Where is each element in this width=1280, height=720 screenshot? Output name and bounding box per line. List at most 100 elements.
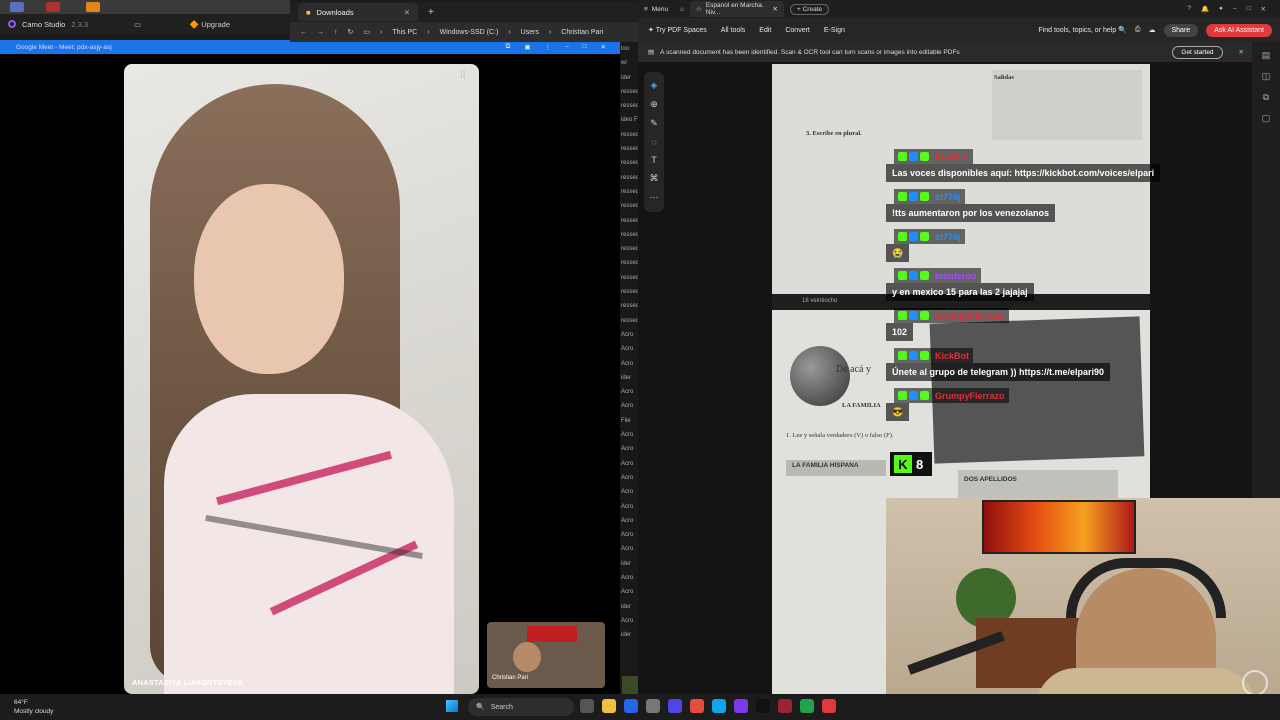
app-icon[interactable] bbox=[668, 699, 682, 713]
file-list-item[interactable]: wi bbox=[620, 56, 638, 70]
screen-icon[interactable]: ▣ bbox=[524, 43, 530, 51]
file-list-item[interactable]: ider bbox=[620, 371, 638, 385]
file-list-item[interactable]: ressed bbox=[620, 199, 638, 213]
close-button[interactable]: ✕ bbox=[601, 43, 606, 51]
file-list-item[interactable]: ressed bbox=[620, 214, 638, 228]
upgrade-button[interactable]: 🔶 Upgrade bbox=[190, 20, 230, 29]
zoom-tool-icon[interactable]: ⊕ bbox=[650, 99, 658, 110]
edit-button[interactable]: Edit bbox=[759, 27, 771, 34]
close-tab-icon[interactable]: ✕ bbox=[773, 5, 778, 13]
home-icon[interactable]: ⌂ bbox=[674, 1, 690, 17]
up-icon[interactable]: ↑ bbox=[334, 29, 338, 36]
minimize-button[interactable]: – bbox=[1233, 5, 1237, 13]
lasso-tool-icon[interactable]: ◌ bbox=[651, 137, 656, 147]
more-icon[interactable]: ⋮ bbox=[544, 43, 551, 51]
pc-icon[interactable]: ▭ bbox=[363, 28, 370, 36]
file-list-item[interactable]: loo bbox=[620, 42, 638, 56]
breadcrumb-item[interactable]: Christian Pari bbox=[561, 29, 603, 36]
file-list-item[interactable]: Acro bbox=[620, 542, 638, 556]
menu-button[interactable]: ≡ Menu bbox=[638, 1, 674, 17]
pdf-spaces-button[interactable]: ✦ Try PDF Spaces bbox=[648, 26, 707, 34]
file-list-item[interactable]: Acro bbox=[620, 528, 638, 542]
participant-video[interactable] bbox=[124, 64, 479, 694]
app-icon[interactable] bbox=[624, 699, 638, 713]
file-list-item[interactable]: ressed bbox=[620, 242, 638, 256]
share-button[interactable]: Share bbox=[1163, 23, 1199, 37]
text-tool-icon[interactable]: T bbox=[651, 155, 657, 165]
create-button[interactable]: + Create bbox=[790, 3, 830, 15]
file-list-item[interactable]: ressed bbox=[620, 171, 638, 185]
file-list-item[interactable]: ressed bbox=[620, 271, 638, 285]
tab-document[interactable]: ☆ Espanol en Marcha. Niv... ✕ bbox=[690, 1, 784, 17]
bell-icon[interactable]: 🔔 bbox=[1201, 5, 1209, 13]
file-list-item[interactable]: File bbox=[620, 414, 638, 428]
taskbar-search[interactable]: 🔍 Search bbox=[468, 698, 574, 716]
file-list-item[interactable]: Acro bbox=[620, 471, 638, 485]
file-list-item[interactable]: ressed bbox=[620, 285, 638, 299]
file-list-item[interactable]: Acro bbox=[620, 485, 638, 499]
weather-widget[interactable]: 64°F Mostly cloudy bbox=[14, 698, 53, 716]
chrome-icon[interactable] bbox=[690, 699, 704, 713]
file-list-item[interactable]: Acro bbox=[620, 571, 638, 585]
file-list-item[interactable]: Acro bbox=[620, 428, 638, 442]
bookmark-icon[interactable]: ⧉ bbox=[1263, 92, 1269, 103]
app-thumb-icon[interactable] bbox=[46, 2, 60, 12]
app-icon[interactable] bbox=[800, 699, 814, 713]
file-list-item[interactable]: Acro bbox=[620, 357, 638, 371]
more-tools-icon[interactable]: ⋯ bbox=[650, 192, 659, 203]
file-list-item[interactable]: Acro bbox=[620, 514, 638, 528]
file-list-item[interactable]: ressed bbox=[620, 156, 638, 170]
file-list-item[interactable]: ressed bbox=[620, 99, 638, 113]
help-icon[interactable]: ? bbox=[1187, 5, 1191, 13]
all-tools-button[interactable]: All tools bbox=[721, 27, 746, 34]
back-icon[interactable]: ← bbox=[300, 29, 307, 36]
app-icon[interactable] bbox=[778, 699, 792, 713]
refresh-icon[interactable]: ↻ bbox=[348, 28, 354, 36]
file-list-item[interactable]: Acro bbox=[620, 385, 638, 399]
file-list-item[interactable]: Acro bbox=[620, 585, 638, 599]
file-list-item[interactable]: Acro bbox=[620, 457, 638, 471]
new-tab-icon[interactable]: + bbox=[428, 7, 434, 18]
file-list-item[interactable]: ressed bbox=[620, 314, 638, 328]
file-list-item[interactable]: Acro bbox=[620, 500, 638, 514]
account-icon[interactable]: ● bbox=[1219, 5, 1223, 13]
app-thumb-icon[interactable] bbox=[10, 2, 24, 12]
breadcrumb-item[interactable]: This PC bbox=[392, 29, 417, 36]
app-thumb-icon[interactable] bbox=[86, 2, 100, 12]
find-tools-search[interactable]: Find tools, topics, or help 🔍 bbox=[1038, 26, 1127, 34]
breadcrumb-item[interactable]: Windows-SSD (C:) bbox=[440, 29, 499, 36]
start-button[interactable] bbox=[446, 700, 458, 712]
file-list-item[interactable]: ressed bbox=[620, 228, 638, 242]
app-icon[interactable] bbox=[734, 699, 748, 713]
save-icon[interactable]: ☁ bbox=[1149, 26, 1156, 34]
file-list-item[interactable]: Acro bbox=[620, 342, 638, 356]
file-list-item[interactable]: ressed bbox=[620, 128, 638, 142]
file-list-item[interactable]: Acro bbox=[620, 442, 638, 456]
app-icon[interactable] bbox=[646, 699, 660, 713]
close-tab-icon[interactable]: ✕ bbox=[404, 8, 410, 17]
file-list-item[interactable]: Acro bbox=[620, 328, 638, 342]
stamp-tool-icon[interactable]: ⌘ bbox=[650, 173, 659, 184]
print-icon[interactable]: ⎙ bbox=[1135, 26, 1141, 34]
minimize-button[interactable]: – bbox=[565, 43, 569, 51]
file-list-item[interactable]: Acro bbox=[620, 614, 638, 628]
file-list-item[interactable]: ider bbox=[620, 557, 638, 571]
get-started-button[interactable]: Get started bbox=[1172, 45, 1223, 59]
maximize-button[interactable]: □ bbox=[1247, 5, 1251, 13]
close-icon[interactable]: ✕ bbox=[1239, 48, 1244, 56]
select-tool-icon[interactable]: ◈ bbox=[651, 80, 658, 91]
forward-icon[interactable]: → bbox=[317, 29, 324, 36]
pen-tool-icon[interactable]: ✎ bbox=[650, 118, 658, 129]
breadcrumb-item[interactable]: Users bbox=[521, 29, 539, 36]
explorer-icon[interactable] bbox=[602, 699, 616, 713]
tiktok-icon[interactable] bbox=[756, 699, 770, 713]
file-list-item[interactable]: ider bbox=[620, 628, 638, 642]
sidebar-toggle-icon[interactable]: ▭ bbox=[134, 20, 141, 29]
edge-icon[interactable] bbox=[712, 699, 726, 713]
close-button[interactable]: ✕ bbox=[1261, 5, 1266, 13]
file-list-item[interactable]: ressed bbox=[620, 85, 638, 99]
panel-icon[interactable]: ▤ bbox=[1262, 50, 1271, 61]
comment-icon[interactable]: ◫ bbox=[1262, 71, 1271, 82]
file-list-item[interactable]: ressed bbox=[620, 256, 638, 270]
file-list-item[interactable]: ressed bbox=[620, 299, 638, 313]
